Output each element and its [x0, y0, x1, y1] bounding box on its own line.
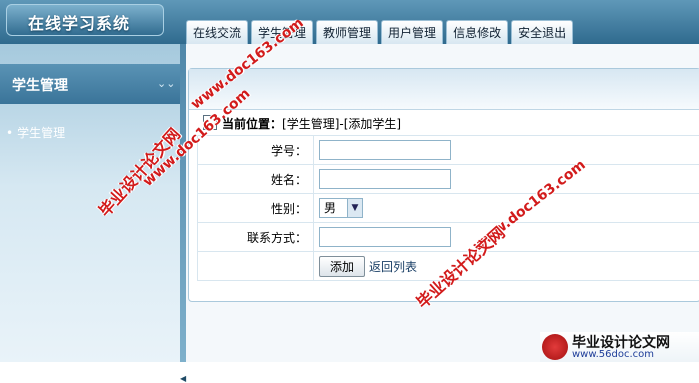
collapse-arrow-icon[interactable]: ◀ — [180, 374, 186, 383]
back-to-list-link[interactable]: 返回列表 — [369, 260, 417, 274]
sidebar-item-label: 学生管理 — [17, 126, 65, 140]
chevron-down-icon[interactable]: ⌄⌄ — [157, 77, 175, 90]
sidebar-section-title: 学生管理 — [12, 75, 68, 95]
tab-user-management[interactable]: 用户管理 — [381, 20, 443, 44]
brand-logo: 毕业设计论文网 www.56doc.com — [540, 332, 699, 362]
seal-icon — [542, 334, 568, 360]
breadcrumb-label: 当前位置： — [222, 117, 282, 131]
add-button[interactable]: 添加 — [319, 256, 365, 277]
contact-input[interactable] — [319, 227, 451, 247]
sidebar-item-student-management[interactable]: • 学生管理 — [6, 124, 65, 141]
breadcrumb-path: [学生管理]-[添加学生] — [282, 117, 401, 131]
bullet-icon: • — [6, 126, 13, 140]
brand-url: www.56doc.com — [572, 349, 654, 360]
student-id-input[interactable] — [319, 140, 451, 160]
top-nav: 在线交流 学生管理 教师管理 用户管理 信息修改 安全退出 — [186, 20, 576, 44]
app-header: 在线学习系统 在线交流 学生管理 教师管理 用户管理 信息修改 安全退出 — [0, 0, 699, 44]
sidebar-section-header[interactable]: 学生管理 ⌄⌄ — [0, 64, 180, 104]
tab-info-edit[interactable]: 信息修改 — [446, 20, 508, 44]
gender-label: 性别： — [198, 194, 314, 223]
app-logo: 在线学习系统 — [6, 4, 164, 36]
name-label: 姓名： — [198, 165, 314, 194]
logo-text: 在线学习系统 — [28, 10, 130, 34]
student-id-label: 学号： — [198, 136, 314, 165]
form-row: 姓名： — [198, 165, 699, 194]
form-row: 性别： 男▼ — [198, 194, 699, 223]
panel-header — [189, 69, 699, 110]
gender-select[interactable]: 男▼ — [319, 198, 363, 218]
name-input[interactable] — [319, 169, 451, 189]
tab-online-chat[interactable]: 在线交流 — [186, 20, 248, 44]
tab-teacher-management[interactable]: 教师管理 — [316, 20, 378, 44]
form-row: 学号： — [198, 136, 699, 165]
gender-select-value: 男 — [324, 201, 336, 215]
breadcrumb: 当前位置：[学生管理]-[添加学生] — [203, 115, 401, 132]
form-row: 联系方式： — [198, 223, 699, 252]
contact-label: 联系方式： — [198, 223, 314, 252]
tab-logout[interactable]: 安全退出 — [511, 20, 573, 44]
chevron-down-icon[interactable]: ▼ — [347, 199, 362, 217]
